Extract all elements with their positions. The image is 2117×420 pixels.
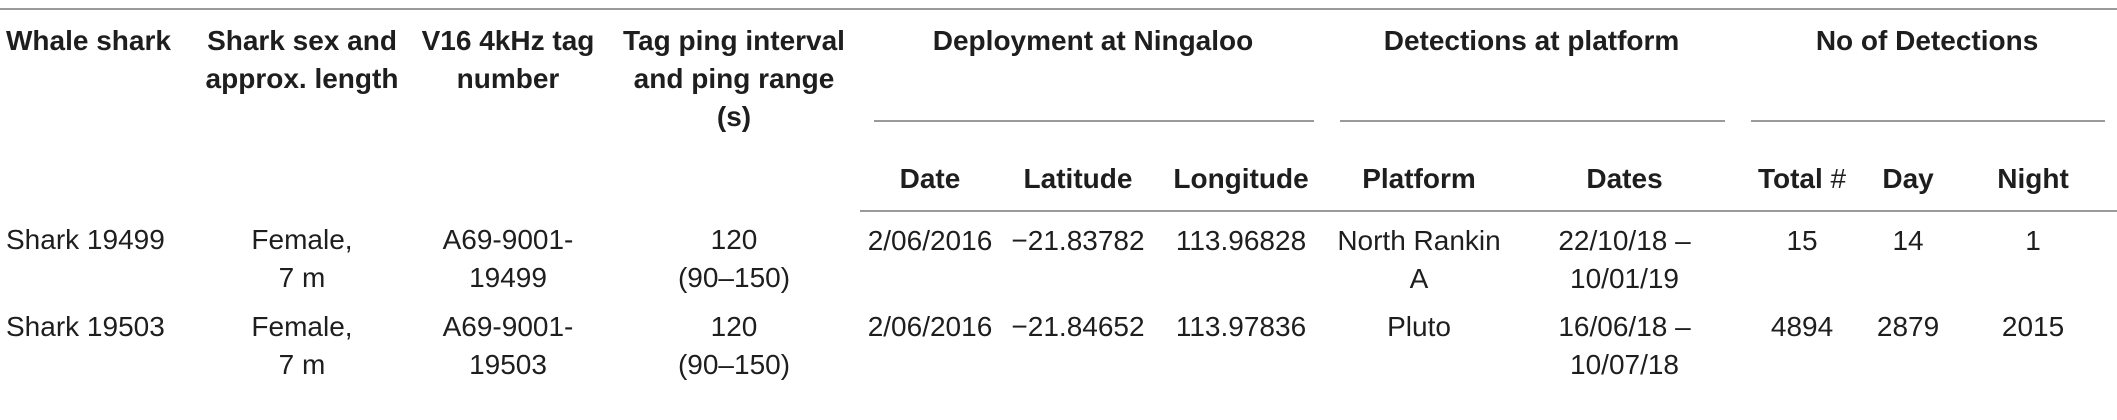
cell-ping-line-1: 120 — [710, 224, 758, 255]
header-day: Day — [1867, 160, 1950, 212]
header-num-detections-underline — [1751, 120, 2106, 122]
header-longitude: Longitude — [1156, 160, 1327, 212]
cell-sex-length-line-1: Female, — [251, 311, 353, 342]
header-sex-length-line-2: approx. length — [205, 63, 399, 94]
cell-sex-length-line-1: Female, — [251, 224, 353, 255]
header-whale-shark: Whale shark — [0, 8, 196, 211]
header-date: Date — [860, 160, 1000, 212]
header-num-detections: No of Detections — [1815, 25, 2039, 56]
cell-platform: North Rankin A — [1337, 225, 1501, 294]
table-row: Shark 19503 Female, 7 m A69-9001- 19503 12… — [0, 298, 2117, 392]
header-tag-number-line-2: number — [456, 63, 560, 94]
header-ping-interval-line-2: and ping range — [633, 63, 835, 94]
cell-longitude: 113.96828 — [1175, 225, 1307, 256]
cell-total: 15 — [1786, 225, 1818, 256]
header-sex-length: Shark sex and approx. length — [196, 8, 408, 211]
cell-tag-line-2: 19499 — [469, 262, 547, 293]
header-night: Night — [1949, 160, 2117, 212]
cell-dates: 22/10/18 – 10/01/19 — [1512, 211, 1737, 298]
header-deployment: Deployment at Ningaloo — [932, 25, 1254, 56]
cell-tag-line-1: A69-9001- — [442, 311, 574, 342]
cell-dates-line-1: 16/06/18 – — [1558, 311, 1691, 342]
header-row-top: Whale shark Shark sex and approx. length… — [0, 8, 2117, 211]
header-num-detections-group: No of Detections — [1737, 8, 2117, 160]
cell-day: 2879 — [1876, 311, 1940, 342]
whale-shark-detections-table: Whale shark Shark sex and approx. length… — [0, 8, 2117, 392]
cell-sex-length: Female, 7 m — [196, 298, 408, 392]
cell-total: 4894 — [1770, 311, 1834, 342]
table-row: Shark 19499 Female, 7 m A69-9001- 19499 12… — [0, 211, 2117, 298]
cell-dates-line-2: 10/07/18 — [1570, 349, 1680, 380]
cell-sex-length-line-2: 7 m — [278, 349, 326, 380]
header-ping-interval: Tag ping interval and ping range (s) — [608, 8, 860, 211]
cell-shark: Shark 19499 — [6, 224, 165, 255]
cell-date: 2/06/2016 — [867, 311, 993, 342]
cell-latitude: −21.83782 — [1011, 225, 1145, 256]
header-sex-length-line-1: Shark sex and — [207, 25, 397, 56]
cell-date: 2/06/2016 — [867, 225, 993, 256]
cell-ping-line-2: (90–150) — [677, 262, 791, 293]
header-latitude: Latitude — [1000, 160, 1156, 212]
header-tag-number-line-1: V16 4kHz tag — [421, 25, 595, 56]
cell-tag-line-1: A69-9001- — [442, 224, 574, 255]
cell-dates: 16/06/18 – 10/07/18 — [1512, 298, 1737, 392]
cell-night: 1 — [2025, 225, 2041, 256]
header-deployment-group: Deployment at Ningaloo — [860, 8, 1327, 160]
cell-dates-line-2: 10/01/19 — [1570, 263, 1680, 294]
header-ping-interval-line-3: (s) — [716, 101, 752, 132]
header-ping-interval-line-1: Tag ping interval — [623, 25, 845, 56]
cell-night: 2015 — [2001, 311, 2065, 342]
cell-day: 14 — [1892, 225, 1924, 256]
page: Whale shark Shark sex and approx. length… — [0, 0, 2117, 420]
cell-tag: A69-9001- 19499 — [408, 211, 608, 298]
cell-tag-line-2: 19503 — [469, 349, 547, 380]
cell-dates-line-1: 22/10/18 – — [1558, 225, 1691, 256]
header-detections-platform-underline — [1340, 120, 1726, 122]
cell-ping: 120 (90–150) — [608, 211, 860, 298]
cell-platform: Pluto — [1387, 311, 1451, 342]
header-detections-platform-group: Detections at platform — [1326, 8, 1738, 160]
cell-ping: 120 (90–150) — [608, 298, 860, 392]
header-total: Total # — [1737, 160, 1868, 212]
header-dates: Dates — [1512, 160, 1738, 212]
header-total-label: Total — [1757, 163, 1823, 194]
cell-sex-length: Female, 7 m — [196, 211, 408, 298]
cell-shark: Shark 19503 — [6, 311, 165, 342]
cell-tag: A69-9001- 19503 — [408, 298, 608, 392]
header-deployment-underline — [874, 120, 1315, 122]
cell-longitude: 113.97836 — [1175, 311, 1307, 342]
header-total-hash: # — [1830, 163, 1847, 194]
header-detections-platform: Detections at platform — [1383, 25, 1680, 56]
header-platform: Platform — [1326, 160, 1513, 212]
header-tag-number: V16 4kHz tag number — [408, 8, 608, 211]
cell-latitude: −21.84652 — [1011, 311, 1145, 342]
cell-ping-line-1: 120 — [710, 311, 758, 342]
cell-ping-line-2: (90–150) — [677, 349, 791, 380]
cell-sex-length-line-2: 7 m — [278, 262, 326, 293]
